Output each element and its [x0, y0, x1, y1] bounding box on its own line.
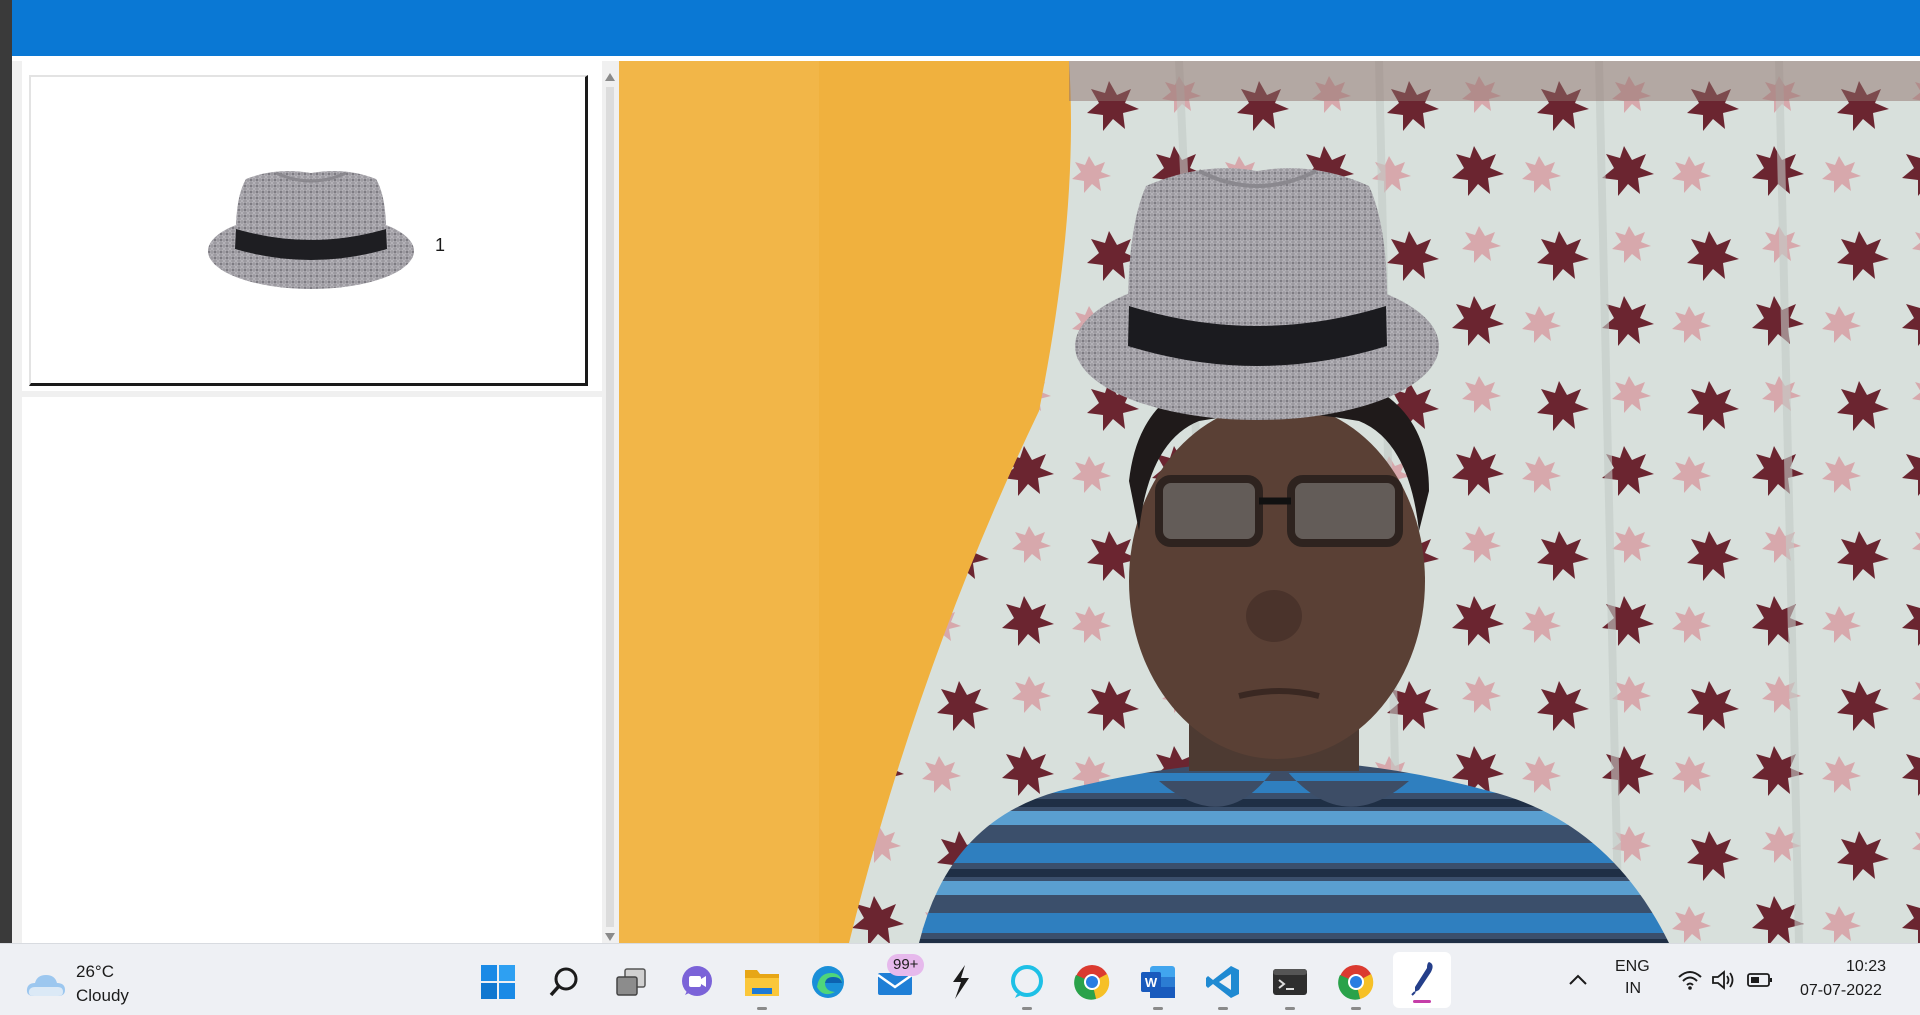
volume-icon	[1712, 970, 1734, 990]
bolt-app-button[interactable]	[941, 962, 981, 1002]
terminal-icon	[1273, 969, 1307, 995]
search-icon	[549, 967, 578, 997]
chrome-button[interactable]	[1072, 962, 1112, 1002]
search-button[interactable]	[544, 962, 584, 1002]
app-window: 1	[12, 0, 1920, 943]
accessory-panel: 1	[12, 61, 618, 943]
wifi-button[interactable]	[1670, 962, 1710, 998]
taskbar: 26°C Cloudy 99+ W ENG IN 10:23 07-07-202…	[0, 943, 1920, 1015]
running-indicator	[1153, 1007, 1163, 1010]
chat-button[interactable]	[677, 962, 717, 1002]
running-indicator	[1285, 1007, 1295, 1010]
language-code: ENG	[1615, 958, 1650, 975]
file-explorer-button[interactable]	[742, 962, 782, 1010]
task-view-icon	[616, 968, 646, 996]
chrome-icon	[1338, 965, 1374, 1000]
chevron-up-icon	[1569, 974, 1587, 985]
accessory-item-1[interactable]: 1	[29, 75, 588, 386]
file-explorer-icon	[745, 970, 779, 996]
alexa-icon	[1011, 965, 1043, 998]
camera-scene	[619, 61, 1920, 943]
task-view-button[interactable]	[611, 962, 651, 1002]
word-button[interactable]: W	[1138, 962, 1178, 1010]
title-bar[interactable]	[12, 0, 1920, 56]
region-code: IN	[1625, 980, 1641, 997]
start-icon	[481, 965, 515, 999]
edge-icon	[812, 966, 844, 998]
scroll-thumb[interactable]	[606, 87, 614, 927]
accessory-item-index: 1	[435, 235, 446, 255]
camera-view	[619, 61, 1920, 943]
volume-button[interactable]	[1705, 962, 1741, 998]
start-button[interactable]	[478, 962, 518, 1002]
alexa-button[interactable]	[1007, 962, 1047, 1010]
active-app-button[interactable]	[1393, 952, 1451, 1008]
clock-time: 10:23	[1846, 958, 1887, 975]
pen-app-icon	[1411, 962, 1433, 996]
chrome-profile-button[interactable]	[1336, 962, 1376, 1010]
show-hidden-icons-button[interactable]	[1558, 964, 1598, 996]
weather-condition: Cloudy	[76, 986, 129, 1005]
chat-icon	[682, 966, 712, 996]
mail-notification-badge: 99+	[887, 954, 925, 976]
battery-button[interactable]	[1742, 962, 1778, 998]
vscode-icon	[1206, 966, 1239, 998]
cloud-icon	[26, 975, 65, 996]
scroll-up-arrow-icon[interactable]	[605, 73, 615, 81]
edge-button[interactable]	[808, 962, 848, 1002]
running-indicator	[1022, 1007, 1032, 1010]
active-indicator	[1413, 1000, 1431, 1003]
list-separator	[22, 391, 602, 397]
app-bolt-icon	[953, 965, 969, 999]
word-icon: W	[1141, 966, 1175, 998]
clock-date: 07-07-2022	[1800, 982, 1882, 999]
chrome-icon	[1074, 965, 1110, 1000]
running-indicator	[1218, 1007, 1228, 1010]
svg-text:W: W	[1145, 975, 1158, 990]
wifi-icon	[1678, 971, 1702, 990]
list-scrollbar[interactable]	[602, 61, 618, 943]
weather-temperature: 26°C	[76, 962, 114, 981]
running-indicator	[1351, 1007, 1361, 1010]
battery-icon	[1747, 973, 1772, 987]
terminal-button[interactable]	[1270, 962, 1310, 1010]
vscode-button[interactable]	[1203, 962, 1243, 1010]
running-indicator	[757, 1007, 767, 1010]
desktop-edge	[0, 0, 12, 943]
fedora-hat-icon	[208, 171, 414, 289]
scroll-down-arrow-icon[interactable]	[605, 933, 615, 941]
